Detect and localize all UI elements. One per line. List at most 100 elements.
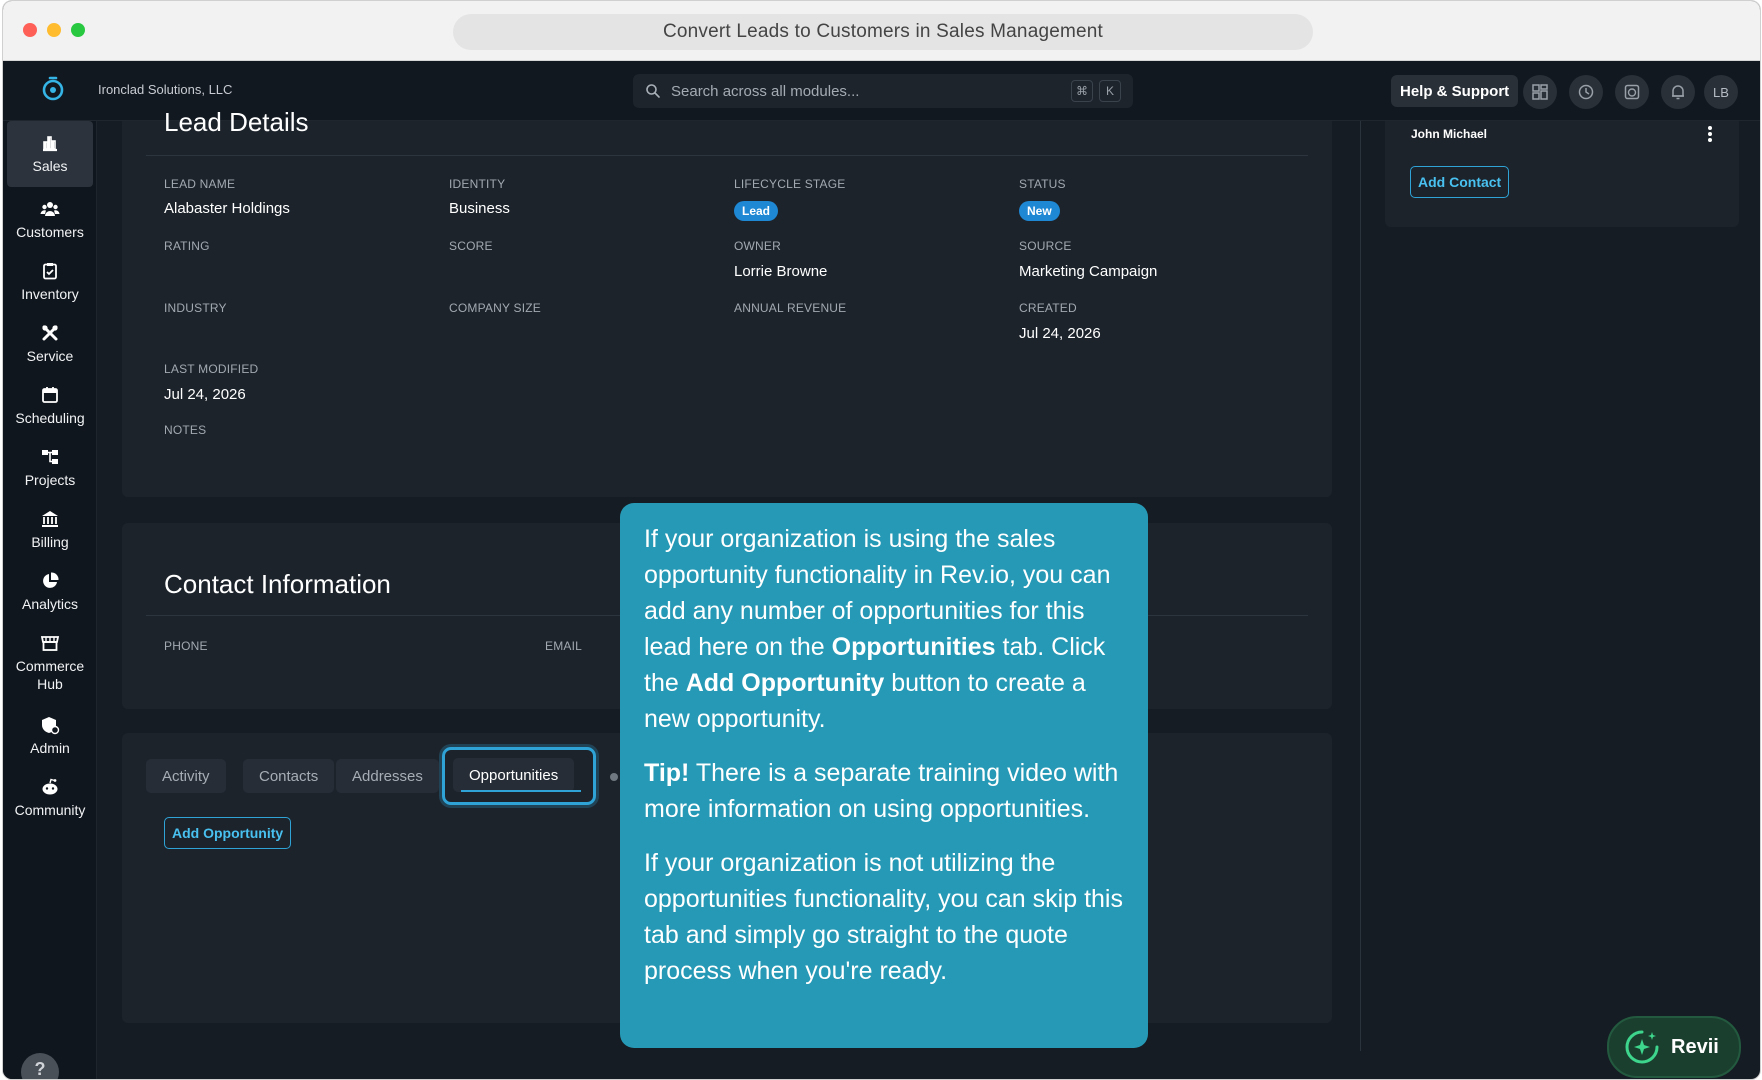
shortcut-cmd-key: ⌘ xyxy=(1071,80,1093,102)
hierarchy-icon xyxy=(42,450,58,464)
identity-value: Business xyxy=(449,200,510,217)
tab-opportunities[interactable]: Opportunities xyxy=(453,758,575,792)
revii-label: Revii xyxy=(1671,1035,1719,1058)
industry-label: Industry xyxy=(164,301,227,315)
tools-icon xyxy=(42,325,58,341)
sidebar-item-label: Admin xyxy=(30,740,70,756)
lead-details-panel: Lead Details Lead Name Alabaster Holding… xyxy=(122,107,1332,497)
contact-name[interactable]: John Michael xyxy=(1411,127,1487,141)
sidebar-item-label: Commerce Hub xyxy=(15,658,85,692)
score-label: Score xyxy=(449,239,493,253)
lifecycle-stage-label: Lifecycle Stage xyxy=(734,177,846,191)
tooltip-paragraph-2: Tip! There is a separate training video … xyxy=(644,759,1119,823)
user-avatar[interactable]: LB xyxy=(1704,75,1738,109)
search-input[interactable] xyxy=(671,82,1051,100)
tooltip-anchor-dot xyxy=(610,773,618,781)
layout-icon xyxy=(1532,84,1548,100)
walkthrough-tooltip: If your organization is using the sales … xyxy=(620,503,1148,1048)
owner-label: Owner xyxy=(734,239,781,253)
lead-details-title: Lead Details xyxy=(164,107,309,137)
bank-icon xyxy=(42,511,58,527)
more-options-icon[interactable] xyxy=(1707,125,1713,143)
pie-chart-icon xyxy=(43,572,59,588)
notifications-button[interactable] xyxy=(1661,75,1695,109)
last-modified-label: Last Modified xyxy=(164,362,259,376)
sidebar-item-label: Billing xyxy=(31,534,69,550)
sidebar-item-sales[interactable]: Sales xyxy=(7,121,93,187)
help-support-button[interactable]: Help & Support xyxy=(1391,75,1519,107)
sidebar-item-admin[interactable]: Admin xyxy=(7,705,93,767)
users-icon xyxy=(40,202,60,216)
last-modified-value: Jul 24, 2026 xyxy=(164,386,246,403)
sidebar-item-label: Inventory xyxy=(21,286,79,302)
tab-addresses[interactable]: Addresses xyxy=(336,759,439,793)
add-contact-button[interactable]: Add Contact xyxy=(1410,166,1510,198)
divider xyxy=(146,155,1308,156)
identity-label: Identity xyxy=(449,177,506,191)
help-button[interactable]: ? xyxy=(21,1053,59,1079)
sidebar-item-customers[interactable]: Customers xyxy=(7,189,93,251)
window-maximize-button[interactable] xyxy=(71,23,85,37)
lead-name-value: Alabaster Holdings xyxy=(164,200,290,217)
window-close-button[interactable] xyxy=(23,23,37,37)
sidebar-item-label: Analytics xyxy=(21,596,79,612)
notes-label: Notes xyxy=(164,423,207,437)
global-search[interactable]: ⌘ K xyxy=(633,74,1133,108)
phone-label: Phone xyxy=(164,639,208,653)
timer-button[interactable] xyxy=(1615,75,1649,109)
email-label: Email xyxy=(545,639,583,653)
tooltip-paragraph-3: If your organization is not utilizing th… xyxy=(644,849,1123,985)
history-icon xyxy=(1578,84,1594,100)
storefront-icon xyxy=(40,636,60,651)
tab-activity[interactable]: Activity xyxy=(146,759,226,793)
sidebar-item-label: Community xyxy=(14,802,86,818)
app-window: Convert Leads to Customers in Sales Mana… xyxy=(2,0,1761,1080)
chart-bar-icon xyxy=(43,136,57,152)
sidebar-item-billing[interactable]: Billing xyxy=(7,499,93,561)
shield-user-icon xyxy=(42,717,60,735)
sidebar-nav: Sales Customers Inventory Service Schedu… xyxy=(3,121,97,1079)
shortcut-k-key: K xyxy=(1099,80,1121,102)
contact-information-title: Contact Information xyxy=(164,569,391,599)
sidebar-item-label: Service xyxy=(26,348,74,364)
sidebar-item-label: Customers xyxy=(16,224,84,240)
status-badge: New xyxy=(1019,201,1060,221)
contacts-card: John Michael Add Contact xyxy=(1385,121,1739,227)
annual-revenue-label: Annual Revenue xyxy=(734,301,847,315)
source-value: Marketing Campaign xyxy=(1019,263,1158,280)
revii-assistant-button[interactable]: Revii xyxy=(1607,1016,1741,1078)
sidebar-item-analytics[interactable]: Analytics xyxy=(7,561,93,623)
address-bar[interactable]: Convert Leads to Customers in Sales Mana… xyxy=(453,14,1313,50)
sidebar-item-service[interactable]: Service xyxy=(7,313,93,375)
sidebar-item-scheduling[interactable]: Scheduling xyxy=(7,375,93,437)
sidebar-item-inventory[interactable]: Inventory xyxy=(7,251,93,313)
sidebar-item-label: Sales xyxy=(32,158,68,174)
organization-name: Ironclad Solutions, LLC xyxy=(98,82,233,97)
ai-sparkle-icon xyxy=(1625,1030,1659,1064)
calendar-icon xyxy=(42,387,58,403)
sidebar-item-commerce-hub[interactable]: Commerce Hub xyxy=(7,623,93,703)
community-icon xyxy=(42,778,58,795)
sidebar-item-label: Projects xyxy=(24,472,76,488)
app-logo-icon[interactable] xyxy=(39,75,67,103)
status-label: Status xyxy=(1019,177,1066,191)
sidebar-item-projects[interactable]: Projects xyxy=(7,437,93,499)
tooltip-paragraph-1: If your organization is using the sales … xyxy=(644,525,1111,733)
clipboard-icon xyxy=(43,263,57,280)
created-label: Created xyxy=(1019,301,1077,315)
company-size-label: Company Size xyxy=(449,301,541,315)
timer-icon xyxy=(1624,84,1640,100)
lifecycle-stage-badge: Lead xyxy=(734,201,779,221)
tab-contacts[interactable]: Contacts xyxy=(243,759,335,793)
window-minimize-button[interactable] xyxy=(47,23,61,37)
history-button[interactable] xyxy=(1569,75,1603,109)
owner-value: Lorrie Browne xyxy=(734,263,828,280)
sidebar-item-label: Scheduling xyxy=(15,410,85,426)
bell-icon xyxy=(1672,85,1684,100)
sidebar-item-community[interactable]: Community xyxy=(7,767,93,829)
created-value: Jul 24, 2026 xyxy=(1019,325,1101,342)
dashboard-layout-button[interactable] xyxy=(1523,75,1557,109)
add-opportunity-button[interactable]: Add Opportunity xyxy=(164,817,292,849)
search-icon xyxy=(646,84,660,98)
lead-name-label: Lead Name xyxy=(164,177,236,191)
